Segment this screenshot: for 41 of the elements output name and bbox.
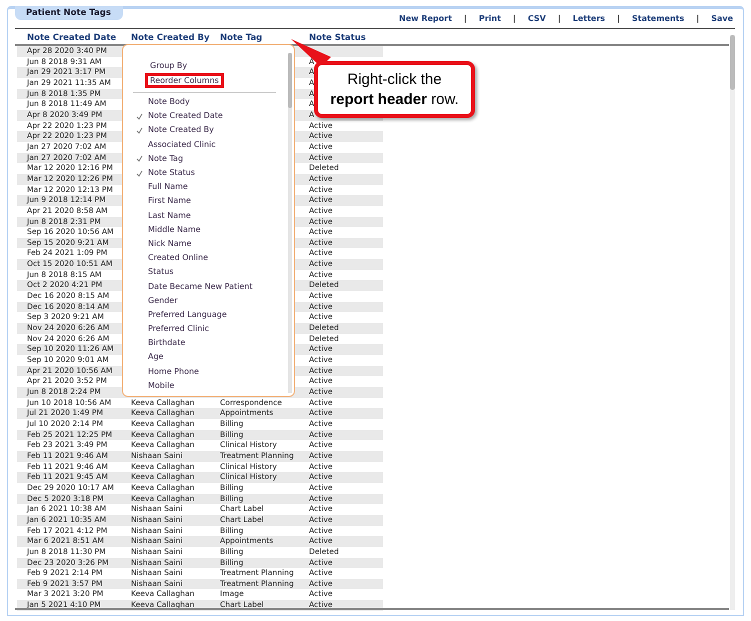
menu-item[interactable]: Gender (148, 294, 178, 307)
report-link[interactable]: Print (478, 13, 501, 25)
report-link[interactable]: New Report (399, 13, 452, 25)
callout-text: Right-click the report header row. (329, 70, 460, 110)
menu-item[interactable]: Home Phone (148, 366, 199, 378)
column-header[interactable]: Note Status (307, 33, 383, 44)
report-link[interactable]: Statements (632, 13, 684, 25)
menu-item[interactable]: Preferred Language (148, 308, 227, 321)
menu-item[interactable]: First Name (148, 195, 191, 208)
column-header[interactable]: Note Created By (129, 33, 218, 44)
link-separator: | (696, 13, 700, 25)
menu-item[interactable]: Note Body (148, 96, 190, 108)
menu-item[interactable]: Status (148, 266, 174, 278)
menu-item[interactable]: Note Tag (148, 152, 184, 165)
menu-item[interactable]: Last Name (148, 210, 191, 222)
link-separator: | (512, 13, 516, 25)
menu-item[interactable]: Full Name (148, 181, 188, 194)
report-link[interactable]: CSV (528, 13, 546, 25)
menu-item[interactable]: Preferred Clinic (148, 323, 209, 336)
report-link[interactable]: Save (711, 13, 733, 25)
menu-item[interactable]: Reorder Columns (145, 73, 224, 88)
menu-item[interactable]: Created Online (148, 252, 208, 264)
menu-item[interactable]: Mobile (148, 380, 174, 392)
column-header[interactable]: Note Created Date (17, 33, 129, 44)
report-tab[interactable]: Patient Note Tags (15, 6, 123, 20)
menu-item[interactable]: Group By (145, 60, 192, 72)
link-separator: | (464, 13, 467, 25)
column-header[interactable]: Note Tag (218, 33, 307, 44)
scrollbar[interactable] (730, 35, 735, 610)
menu-item[interactable]: Associated Clinic (148, 138, 216, 151)
menu-item[interactable]: Date Became New Patient (148, 280, 252, 293)
menu-item[interactable]: Note Created By (148, 124, 214, 136)
menu-item[interactable]: Note Created Date (148, 110, 223, 122)
link-separator: | (617, 13, 620, 25)
menu-item[interactable]: Nick Name (148, 238, 192, 250)
menu-item[interactable]: Note Status (148, 167, 195, 180)
link-separator: | (558, 13, 561, 25)
menu-item[interactable]: Birthdate (148, 337, 186, 350)
menu-item[interactable]: Middle Name (148, 224, 201, 236)
report-link[interactable]: Letters (572, 13, 606, 25)
menu-item[interactable]: Age (148, 351, 164, 364)
